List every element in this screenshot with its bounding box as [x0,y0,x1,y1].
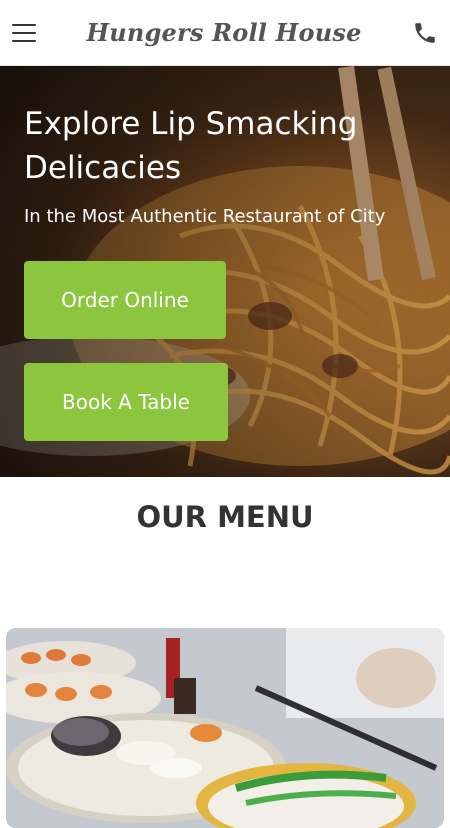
menu-item-card[interactable] [6,628,444,828]
order-online-button[interactable]: Order Online [24,261,226,339]
our-menu-heading: OUR MENU [136,500,314,534]
food-platter-image [6,628,444,828]
hero-title: Explore Lip Smacking Delicacies [24,106,358,186]
phone-icon[interactable] [412,20,438,46]
hero-subtitle: In the Most Authentic Restaurant of City [24,206,386,227]
brand-title[interactable]: Hungers Roll House [86,18,361,47]
app-header: Hungers Roll House [0,0,450,66]
hamburger-menu-icon[interactable] [12,23,36,42]
book-table-button[interactable]: Book A Table [24,363,228,441]
hero-banner: Explore Lip Smacking Delicacies In the M… [0,66,450,477]
